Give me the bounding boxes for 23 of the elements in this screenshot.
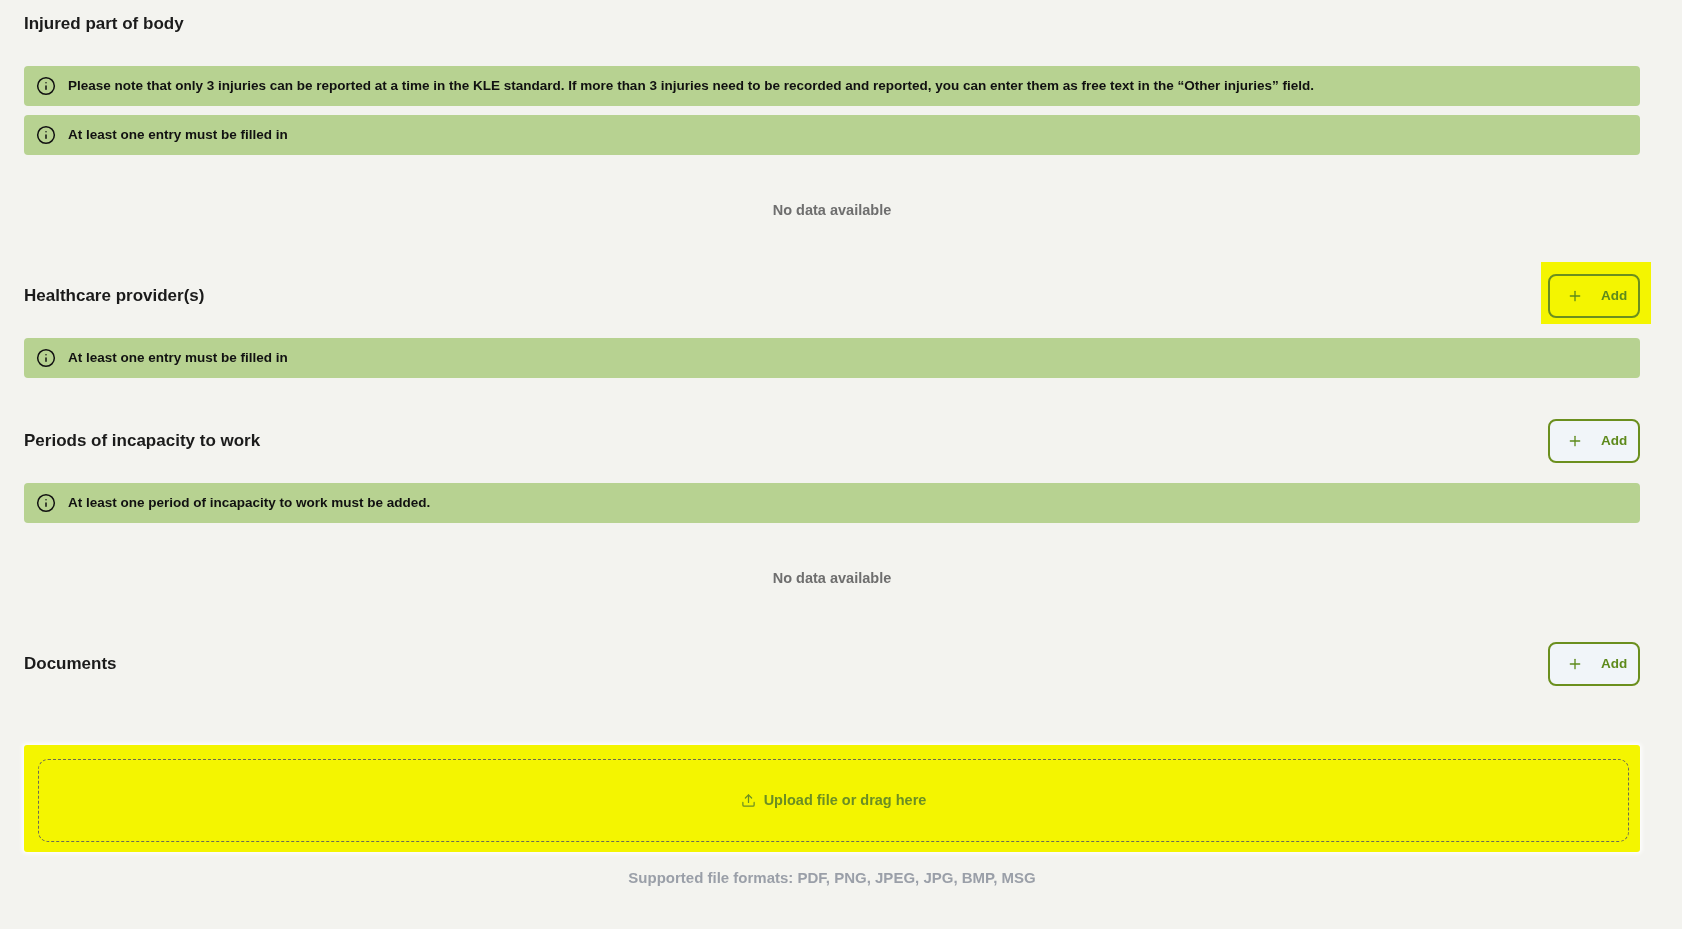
plus-icon [1567, 433, 1583, 449]
upload-icon [740, 793, 756, 808]
empty-state-text: No data available [772, 201, 892, 220]
notice-text: At least one entry must be filled in [68, 348, 288, 367]
add-button[interactable]: Add [1548, 274, 1640, 318]
section-title: Injured part of body [24, 13, 184, 35]
add-button[interactable]: Add [1548, 642, 1640, 686]
info-icon [36, 76, 56, 96]
notice-text: At least one entry must be filled in [68, 125, 288, 144]
empty-state-text: No data available [772, 569, 892, 588]
notice-text: At least one period of incapacity to work must be added. [68, 493, 431, 512]
plus-icon [1567, 288, 1583, 304]
section-title: Documents [24, 653, 117, 675]
section-title: Periods of incapacity to work [24, 430, 261, 452]
info-icon [36, 348, 56, 368]
info-icon [36, 125, 56, 145]
plus-icon [1567, 656, 1583, 672]
add-button[interactable]: Add [1548, 419, 1640, 463]
notice-text: Please note that only 3 injuries can be reported at a time in the KLE standard. If more than 3 injuries need to be recorded and reported, you can enter them as free text in the “Other injuries” field. [68, 76, 1315, 95]
info-icon [36, 493, 56, 513]
supported-formats-text: Supported file formats: PDF, PNG, JPEG, JPG, BMP, MSG [628, 868, 1036, 888]
upload-dropzone[interactable]: Upload file or drag here [38, 759, 1629, 842]
section-title: Healthcare provider(s) [24, 285, 205, 307]
